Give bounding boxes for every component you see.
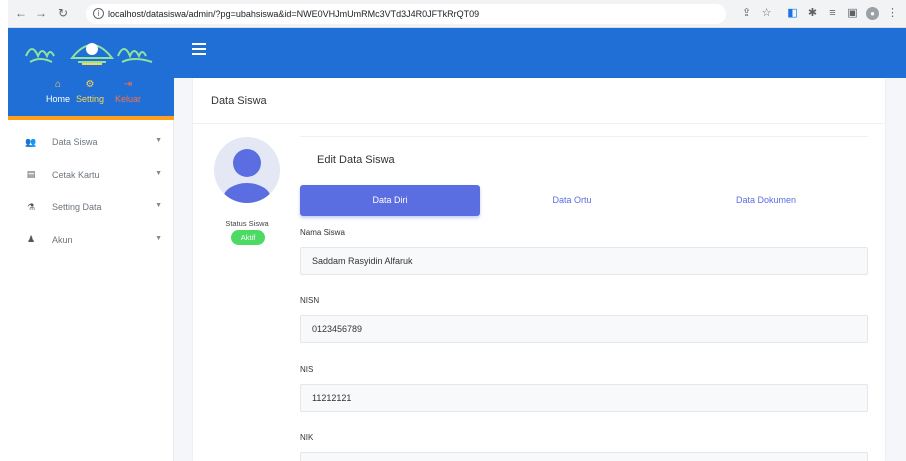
status-label: Status Siswa bbox=[225, 219, 269, 228]
student-avatar bbox=[214, 137, 280, 203]
edit-title: Edit Data Siswa bbox=[317, 154, 395, 166]
caret-down-icon: ▼ bbox=[155, 234, 162, 242]
quick-link-label: Setting bbox=[75, 94, 105, 104]
quick-link-keluar[interactable]: ⇥ Keluar bbox=[108, 78, 148, 106]
sidebar-item-label: Data Siswa bbox=[52, 137, 98, 148]
translate-extension-icon[interactable]: ◧ bbox=[786, 7, 799, 20]
forward-icon[interactable]: → bbox=[34, 6, 48, 20]
tab-data-diri[interactable]: Data Diri bbox=[300, 185, 480, 216]
nik-label: NIK bbox=[300, 433, 314, 442]
back-icon[interactable]: ← bbox=[14, 6, 28, 20]
tab-data-ortu[interactable]: Data Ortu bbox=[482, 185, 662, 216]
browser-menu-icon[interactable]: ⋮ bbox=[886, 7, 899, 20]
page-title: Data Siswa bbox=[211, 95, 267, 107]
nama-siswa-label: Nama Siswa bbox=[300, 228, 345, 237]
nik-field[interactable] bbox=[300, 452, 868, 461]
school-logo bbox=[25, 43, 153, 65]
sidebar-brand: ⌂ Home ⚙ Setting ⇥ Keluar bbox=[8, 28, 174, 120]
side-panel-icon[interactable]: ▣ bbox=[846, 7, 859, 20]
nis-field[interactable]: 11212121 bbox=[300, 384, 868, 412]
nis-label: NIS bbox=[300, 365, 314, 374]
sidebar-item-cetak-kartu[interactable]: ▤ Cetak Kartu ▼ bbox=[8, 159, 174, 192]
reading-list-icon[interactable]: ≡ bbox=[826, 7, 839, 20]
extensions-puzzle-icon[interactable]: ✱ bbox=[806, 7, 819, 20]
sidebar-item-akun[interactable]: ♟ Akun ▼ bbox=[8, 224, 174, 257]
edit-card-top-border bbox=[300, 136, 868, 137]
info-icon[interactable]: i bbox=[93, 8, 104, 19]
sidebar-item-setting-data[interactable]: ⚗ Setting Data ▼ bbox=[8, 191, 174, 224]
quick-link-setting[interactable]: ⚙ Setting bbox=[70, 78, 110, 106]
sidebar-item-data-siswa[interactable]: 👥 Data Siswa ▼ bbox=[8, 126, 174, 159]
user-icon: ♟ bbox=[26, 234, 36, 245]
sign-out-icon: ⇥ bbox=[123, 79, 133, 90]
hamburger-menu-icon[interactable] bbox=[192, 43, 206, 55]
avatar-placeholder-icon bbox=[223, 149, 271, 203]
flask-icon: ⚗ bbox=[26, 201, 36, 212]
tab-data-dokumen[interactable]: Data Dokumen bbox=[676, 185, 856, 216]
id-card-icon: ▤ bbox=[26, 169, 36, 180]
sidebar: ⌂ Home ⚙ Setting ⇥ Keluar 👥 Data Siswa ▼… bbox=[8, 28, 174, 461]
browser-toolbar: ← → ↻ i localhost/datasiswa/admin/?pg=ub… bbox=[8, 0, 906, 28]
sidebar-item-label: Akun bbox=[52, 234, 73, 245]
caret-down-icon: ▼ bbox=[155, 202, 162, 209]
caret-down-icon: ▼ bbox=[155, 137, 162, 144]
card-divider bbox=[193, 123, 885, 124]
quick-link-label: Keluar bbox=[114, 94, 141, 104]
profile-avatar-icon[interactable]: ● bbox=[866, 7, 879, 20]
nisn-field[interactable]: 0123456789 bbox=[300, 315, 868, 343]
users-icon: 👥 bbox=[25, 136, 37, 147]
address-url: localhost/datasiswa/admin/?pg=ubahsiswa&… bbox=[108, 9, 480, 19]
caret-down-icon: ▼ bbox=[155, 169, 162, 177]
nisn-label: NISN bbox=[300, 296, 320, 305]
sidebar-item-label: Cetak Kartu bbox=[52, 169, 100, 180]
status-badge: Aktif bbox=[231, 230, 265, 245]
nama-siswa-field[interactable]: Saddam Rasyidin Alfaruk bbox=[300, 247, 868, 275]
sidebar-item-label: Setting Data bbox=[52, 202, 102, 213]
share-icon[interactable]: ⇪ bbox=[740, 7, 753, 20]
reload-icon[interactable]: ↻ bbox=[56, 6, 70, 20]
bookmark-star-icon[interactable]: ☆ bbox=[760, 7, 773, 20]
user-cog-icon: ⚙ bbox=[85, 79, 95, 90]
address-bar[interactable]: i localhost/datasiswa/admin/?pg=ubahsisw… bbox=[86, 4, 726, 24]
sidebar-menu: 👥 Data Siswa ▼ ▤ Cetak Kartu ▼ ⚗ Setting… bbox=[8, 126, 174, 256]
